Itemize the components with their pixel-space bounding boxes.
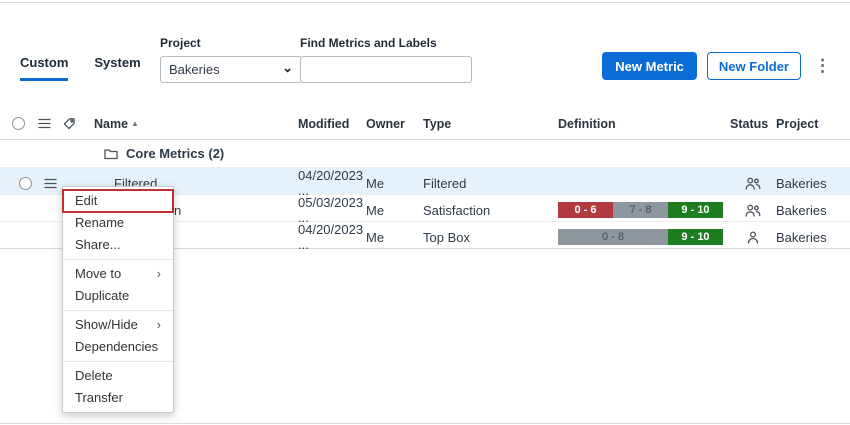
menu-item-transfer[interactable]: Transfer: [63, 387, 173, 409]
menu-item-delete[interactable]: Delete: [63, 365, 173, 387]
metric-modified: 04/20/2023 ...: [298, 168, 366, 198]
column-header-project[interactable]: Project: [776, 117, 850, 131]
row-menu-icon[interactable]: [38, 178, 62, 189]
row-radio-button[interactable]: [12, 177, 38, 190]
folder-icon: [104, 148, 118, 160]
metric-modified: 05/03/2023 ...: [298, 195, 366, 225]
row-menu-icon: [38, 118, 62, 129]
definition-segment-low: 0 - 8: [558, 229, 668, 245]
menu-item-share[interactable]: Share...: [63, 234, 173, 256]
submenu-arrow-icon: ›: [157, 263, 161, 285]
kebab-menu-icon[interactable]: ⋮: [811, 52, 834, 80]
metric-type: Filtered: [423, 176, 558, 191]
definition-scale-bar: 0 - 6 7 - 8 9 - 10: [558, 202, 730, 218]
metric-definition: 0 - 6 7 - 8 9 - 10: [558, 202, 730, 218]
metric-type: Satisfaction: [423, 203, 558, 218]
toolbar-actions: New Metric New Folder ⋮: [602, 52, 834, 80]
table-header-row: Name ▲ Modified Owner Type Definition St…: [0, 108, 850, 140]
row-context-menu: Edit Rename Share... Move to › Duplicate…: [62, 186, 174, 413]
label-icon[interactable]: [62, 117, 88, 131]
sort-icon: ▲: [131, 119, 139, 128]
menu-item-duplicate[interactable]: Duplicate: [63, 285, 173, 307]
metric-owner: Me: [366, 176, 423, 191]
metric-owner: Me: [366, 230, 423, 245]
folder-name: Core Metrics (2): [126, 146, 224, 161]
metric-modified: 04/20/2023 ...: [298, 222, 366, 252]
metric-owner: Me: [366, 203, 423, 218]
shared-status-icon: [730, 204, 776, 217]
search-label: Find Metrics and Labels: [300, 36, 472, 50]
column-header-type[interactable]: Type: [423, 117, 558, 131]
definition-segment-passive: 7 - 8: [613, 202, 668, 218]
tab-bar: Custom System: [20, 55, 141, 81]
search-input[interactable]: [300, 56, 472, 83]
menu-item-move-to[interactable]: Move to ›: [63, 263, 173, 285]
chevron-down-icon: ⌄: [282, 60, 293, 76]
column-header-modified[interactable]: Modified: [298, 117, 366, 131]
column-header-name[interactable]: Name ▲: [88, 117, 298, 131]
select-all-radio-icon[interactable]: [12, 117, 38, 130]
folder-row[interactable]: Core Metrics (2): [0, 140, 850, 167]
metric-project: Bakeries: [776, 203, 850, 218]
bottom-divider: [0, 423, 850, 424]
metric-definition: 0 - 8 9 - 10: [558, 229, 730, 245]
menu-item-rename[interactable]: Rename: [63, 212, 173, 234]
project-select-value: Bakeries: [169, 62, 220, 77]
column-header-definition[interactable]: Definition: [558, 117, 730, 131]
definition-segment-top-box: 9 - 10: [668, 229, 723, 245]
menu-item-edit[interactable]: Edit: [63, 190, 173, 212]
project-label: Project: [160, 36, 302, 50]
menu-item-show-hide[interactable]: Show/Hide ›: [63, 314, 173, 336]
project-field-group: Project Bakeries ⌄: [160, 36, 302, 83]
new-metric-button[interactable]: New Metric: [602, 52, 697, 80]
project-select[interactable]: Bakeries ⌄: [160, 56, 302, 83]
submenu-arrow-icon: ›: [157, 314, 161, 336]
menu-divider: [63, 259, 173, 260]
definition-segment-promoter: 9 - 10: [668, 202, 723, 218]
menu-item-dependencies[interactable]: Dependencies: [63, 336, 173, 358]
metrics-manager-page: Custom System Project Bakeries ⌄ Find Me…: [0, 0, 850, 425]
metric-project: Bakeries: [776, 176, 850, 191]
tab-system[interactable]: System: [94, 55, 140, 81]
search-field-group: Find Metrics and Labels: [300, 36, 472, 83]
definition-scale-bar: 0 - 8 9 - 10: [558, 229, 730, 245]
private-status-icon: [730, 231, 776, 244]
tab-custom[interactable]: Custom: [20, 55, 68, 81]
new-folder-button[interactable]: New Folder: [707, 52, 801, 80]
metric-type: Top Box: [423, 230, 558, 245]
definition-segment-detractor: 0 - 6: [558, 202, 613, 218]
metric-project: Bakeries: [776, 230, 850, 245]
column-header-status[interactable]: Status: [730, 117, 776, 131]
menu-divider: [63, 361, 173, 362]
menu-divider: [63, 310, 173, 311]
shared-status-icon: [730, 177, 776, 190]
column-header-owner[interactable]: Owner: [366, 117, 423, 131]
top-divider: [0, 2, 850, 3]
